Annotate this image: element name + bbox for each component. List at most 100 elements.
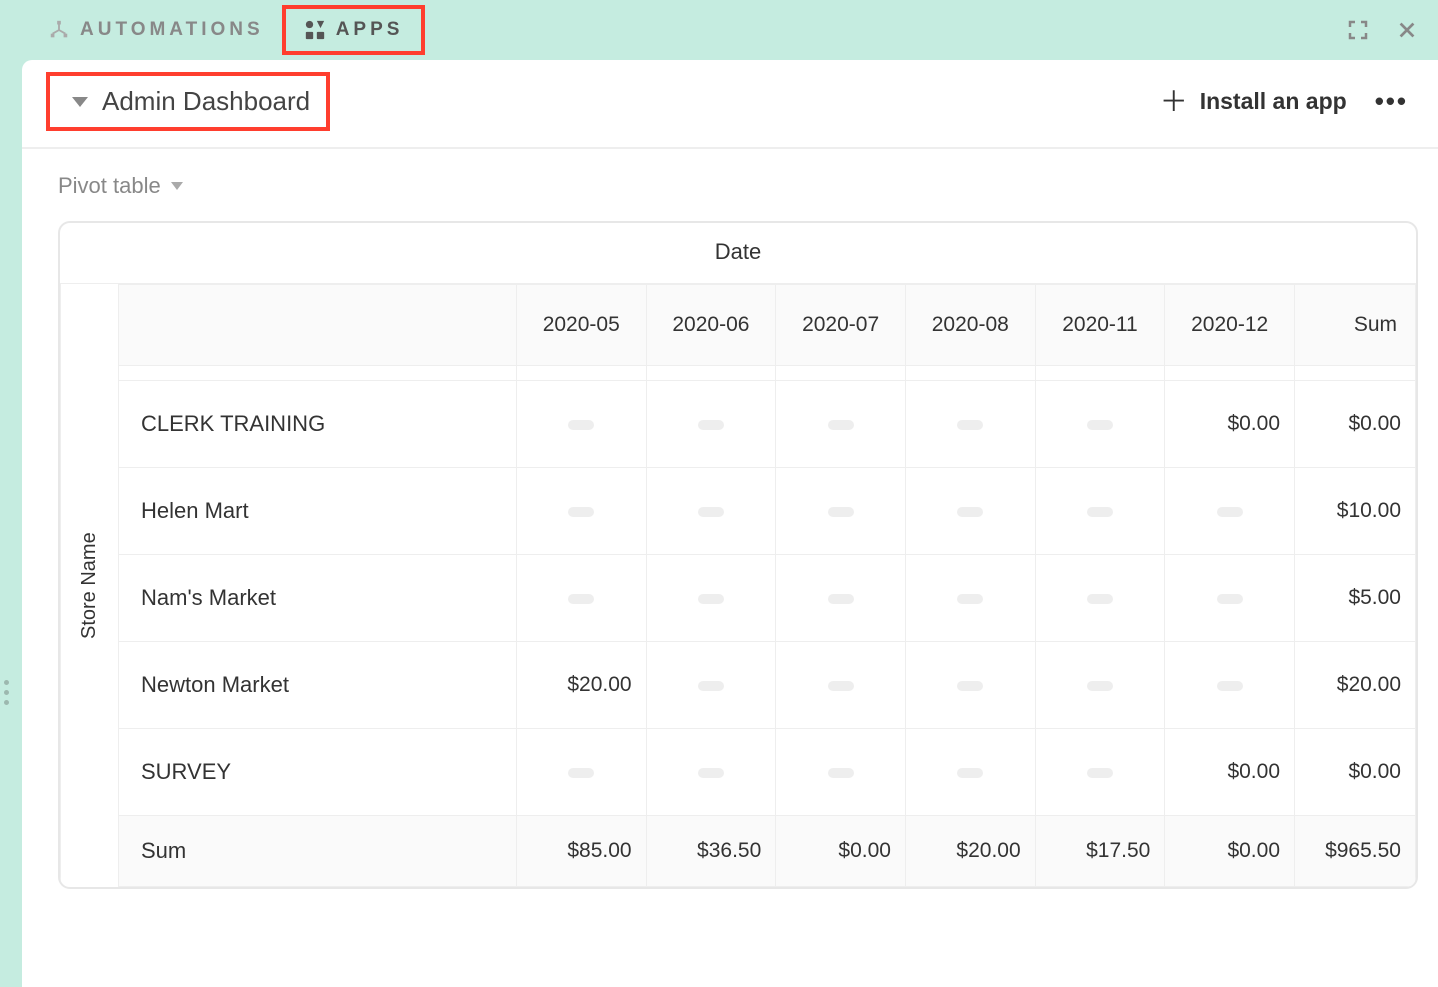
- row-label-cell[interactable]: Helen Mart: [119, 468, 517, 555]
- value-cell[interactable]: [646, 366, 776, 381]
- tab-apps-label: APPS: [336, 19, 404, 41]
- empty-pill: [957, 768, 983, 778]
- totals-label: Sum: [119, 816, 517, 887]
- value-cell[interactable]: [1165, 366, 1295, 381]
- col-header[interactable]: 2020-06: [646, 285, 776, 366]
- value-cell[interactable]: $0.00: [1165, 729, 1295, 816]
- panel-header: Admin Dashboard ＋ Install an app •••: [22, 60, 1438, 149]
- value-cell[interactable]: [516, 555, 646, 642]
- tab-automations[interactable]: AUTOMATIONS: [30, 9, 282, 51]
- empty-pill: [568, 768, 594, 778]
- value-cell[interactable]: [776, 468, 906, 555]
- value-cell[interactable]: [646, 729, 776, 816]
- row-sum-cell[interactable]: $20.00: [1295, 642, 1416, 729]
- empty-pill: [1087, 507, 1113, 517]
- value-cell[interactable]: $20.00: [516, 642, 646, 729]
- row-label-cell[interactable]: Nam's Market: [119, 555, 517, 642]
- dashboard-selector[interactable]: Admin Dashboard: [46, 72, 330, 131]
- automations-icon: [48, 19, 70, 41]
- value-cell[interactable]: [1165, 555, 1295, 642]
- install-app-button[interactable]: ＋ Install an app: [1160, 88, 1347, 116]
- value-cell[interactable]: [1165, 642, 1295, 729]
- col-header[interactable]: 2020-07: [776, 285, 906, 366]
- value-cell[interactable]: [905, 729, 1035, 816]
- empty-pill: [698, 768, 724, 778]
- corner-cell: [119, 285, 517, 366]
- value-cell[interactable]: [905, 381, 1035, 468]
- row-axis-label: Store Name: [60, 284, 118, 887]
- pivot-table-selector[interactable]: Pivot table: [58, 173, 1418, 199]
- totals-row: Sum$85.00$36.50$0.00$20.00$17.50$0.00$96…: [119, 816, 1416, 887]
- caret-down-icon: [171, 182, 183, 190]
- empty-pill: [828, 420, 854, 430]
- empty-pill: [957, 681, 983, 691]
- value-cell[interactable]: [776, 366, 906, 381]
- empty-pill: [1217, 681, 1243, 691]
- value-cell[interactable]: [1035, 381, 1165, 468]
- column-axis-label: Date: [60, 223, 1416, 284]
- row-sum-cell[interactable]: [1295, 366, 1416, 381]
- value-cell[interactable]: [1035, 468, 1165, 555]
- fullscreen-icon[interactable]: [1346, 18, 1370, 42]
- pivot-table-title: Pivot table: [58, 173, 161, 199]
- column-header-row: 2020-05 2020-06 2020-07 2020-08 2020-11 …: [119, 285, 1416, 366]
- row-label-cell[interactable]: Newton Market: [119, 642, 517, 729]
- value-cell[interactable]: [646, 642, 776, 729]
- row-label-cell[interactable]: SURVEY: [119, 729, 517, 816]
- sum-header[interactable]: Sum: [1295, 285, 1416, 366]
- value-cell[interactable]: [516, 366, 646, 381]
- row-label-cell[interactable]: CLERK TRAINING: [119, 381, 517, 468]
- empty-pill: [1087, 420, 1113, 430]
- value-cell[interactable]: [1035, 555, 1165, 642]
- value-cell[interactable]: [1035, 642, 1165, 729]
- close-icon[interactable]: [1396, 19, 1418, 41]
- col-header[interactable]: 2020-08: [905, 285, 1035, 366]
- value-cell[interactable]: [646, 468, 776, 555]
- main-panel: Admin Dashboard ＋ Install an app ••• Piv…: [22, 60, 1438, 987]
- panel-drag-handle[interactable]: [4, 680, 9, 705]
- value-cell[interactable]: [905, 555, 1035, 642]
- value-cell[interactable]: [1165, 468, 1295, 555]
- row-sum-cell[interactable]: $0.00: [1295, 729, 1416, 816]
- value-cell[interactable]: [646, 381, 776, 468]
- dashboard-title: Admin Dashboard: [102, 86, 310, 117]
- col-header[interactable]: 2020-12: [1165, 285, 1295, 366]
- value-cell[interactable]: [905, 366, 1035, 381]
- row-sum-cell[interactable]: $0.00: [1295, 381, 1416, 468]
- value-cell[interactable]: [776, 729, 906, 816]
- value-cell[interactable]: [1035, 729, 1165, 816]
- col-header[interactable]: 2020-11: [1035, 285, 1165, 366]
- value-cell[interactable]: [516, 381, 646, 468]
- empty-pill: [698, 594, 724, 604]
- tab-automations-label: AUTOMATIONS: [80, 19, 264, 41]
- value-cell[interactable]: [905, 468, 1035, 555]
- value-cell[interactable]: [516, 468, 646, 555]
- value-cell[interactable]: [646, 555, 776, 642]
- value-cell[interactable]: [1035, 366, 1165, 381]
- value-cell[interactable]: [776, 381, 906, 468]
- value-cell[interactable]: [776, 642, 906, 729]
- empty-pill: [1217, 507, 1243, 517]
- pivot-table-container: Date Store Name 2020-05 2020-06: [58, 221, 1418, 889]
- empty-pill: [1087, 594, 1113, 604]
- top-header: AUTOMATIONS APPS: [0, 0, 1438, 60]
- row-sum-cell[interactable]: $10.00: [1295, 468, 1416, 555]
- empty-pill: [828, 681, 854, 691]
- value-cell[interactable]: $0.00: [1165, 381, 1295, 468]
- totals-cell: $36.50: [646, 816, 776, 887]
- value-cell[interactable]: [516, 729, 646, 816]
- row-sum-cell[interactable]: $5.00: [1295, 555, 1416, 642]
- row-label-cell[interactable]: [119, 366, 517, 381]
- empty-pill: [1217, 594, 1243, 604]
- tab-apps[interactable]: APPS: [282, 5, 426, 55]
- plus-icon: ＋: [1160, 88, 1188, 116]
- totals-cell: $85.00: [516, 816, 646, 887]
- grand-total-cell: $965.50: [1295, 816, 1416, 887]
- value-cell[interactable]: [776, 555, 906, 642]
- table-row: Nam's Market $5.00: [119, 555, 1416, 642]
- value-cell[interactable]: [905, 642, 1035, 729]
- col-header[interactable]: 2020-05: [516, 285, 646, 366]
- empty-pill: [828, 594, 854, 604]
- more-menu-button[interactable]: •••: [1375, 86, 1408, 117]
- empty-pill: [568, 507, 594, 517]
